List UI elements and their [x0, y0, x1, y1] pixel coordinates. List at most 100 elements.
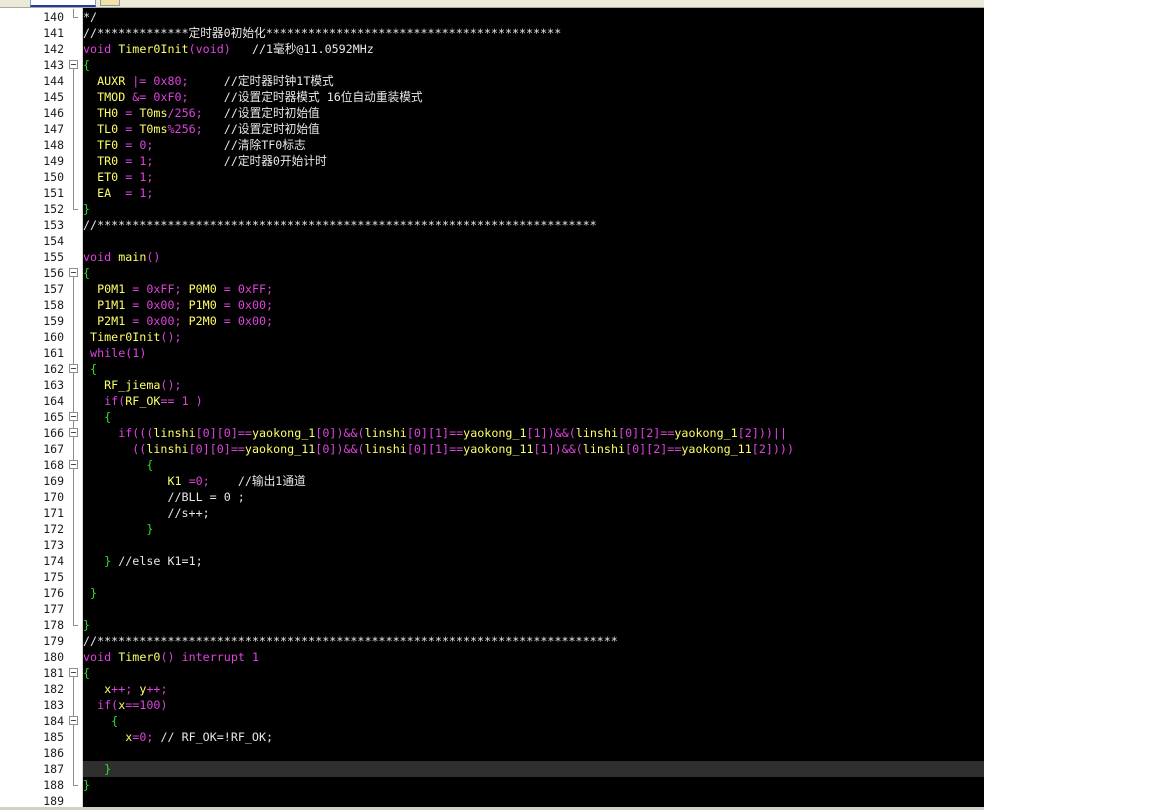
code-text[interactable]	[83, 745, 984, 761]
code-text[interactable]: //**************************************…	[83, 217, 984, 233]
code-line[interactable]: 141 //*************定时器0初始化***************…	[0, 25, 984, 41]
code-line[interactable]: 185 x=0; // RF_OK=!RF_OK;	[0, 729, 984, 745]
code-line[interactable]: 178}	[0, 617, 984, 633]
code-line[interactable]: 161 while(1)	[0, 345, 984, 361]
code-text[interactable]: }	[83, 761, 984, 777]
code-line[interactable]: 187 }	[0, 761, 984, 777]
code-line[interactable]: 140 */	[0, 9, 984, 25]
code-text[interactable]: TH0 = T0ms/256; //设置定时初始值	[83, 105, 984, 121]
code-text[interactable]	[83, 537, 984, 553]
code-text[interactable]: RF_jiema();	[83, 377, 984, 393]
code-text[interactable]: ((linshi[0][0]==yaokong_11[0])&&(linshi[…	[83, 441, 984, 457]
code-line[interactable]: 149 TR0 = 1; //定时器0开始计时	[0, 153, 984, 169]
code-text[interactable]: {	[83, 361, 984, 377]
code-line[interactable]: 155 void main()	[0, 249, 984, 265]
file-tab-second[interactable]	[100, 0, 120, 6]
code-text[interactable]: {	[83, 265, 984, 281]
code-line[interactable]: 146 TH0 = T0ms/256; //设置定时初始值	[0, 105, 984, 121]
code-line[interactable]: 150 ET0 = 1;	[0, 169, 984, 185]
code-text[interactable]: */	[83, 9, 984, 25]
code-line[interactable]: 168 {	[0, 457, 984, 473]
code-text[interactable]: //**************************************…	[83, 633, 984, 649]
fold-collapse-icon[interactable]	[69, 361, 78, 377]
fold-collapse-icon[interactable]	[69, 457, 78, 473]
code-text[interactable]: void Timer0Init(void) //1毫秒@11.0592MHz	[83, 41, 984, 57]
code-text[interactable]: P2M1 = 0x00; P2M0 = 0x00;	[83, 313, 984, 329]
fold-collapse-icon[interactable]	[69, 409, 78, 425]
fold-collapse-icon[interactable]	[69, 265, 78, 281]
code-editor[interactable]: 140 */ 141 //*************定时器0初始化**********…	[0, 8, 984, 807]
code-text[interactable]	[83, 793, 984, 807]
code-line[interactable]: 156 {	[0, 265, 984, 281]
code-line[interactable]: 183 if(x==100)	[0, 697, 984, 713]
code-line[interactable]: 167 ((linshi[0][0]==yaokong_11[0])&&(lin…	[0, 441, 984, 457]
code-text[interactable]: {	[83, 665, 984, 681]
code-line[interactable]: 184 {	[0, 713, 984, 729]
code-line[interactable]: 173	[0, 537, 984, 553]
code-text[interactable]: K1 =0; //输出1通道	[83, 473, 984, 489]
code-line[interactable]: 152}	[0, 201, 984, 217]
code-text[interactable]: //BLL = 0 ;	[83, 489, 984, 505]
code-line[interactable]: 186	[0, 745, 984, 761]
code-text[interactable]: }	[83, 201, 984, 217]
code-text[interactable]: TR0 = 1; //定时器0开始计时	[83, 153, 984, 169]
fold-collapse-icon[interactable]	[69, 665, 78, 681]
code-text[interactable]	[83, 569, 984, 585]
code-line[interactable]: 189	[0, 793, 984, 807]
code-text[interactable]: TL0 = T0ms%256; //设置定时初始值	[83, 121, 984, 137]
code-text[interactable]: }	[83, 777, 984, 793]
code-line[interactable]: 179 //***********************************…	[0, 633, 984, 649]
code-line[interactable]: 176 }	[0, 585, 984, 601]
code-text[interactable]: while(1)	[83, 345, 984, 361]
code-text[interactable]: EA = 1;	[83, 185, 984, 201]
code-text[interactable]: if(RF_OK== 1 )	[83, 393, 984, 409]
fold-collapse-icon[interactable]	[69, 57, 78, 73]
code-text[interactable]: Timer0Init();	[83, 329, 984, 345]
code-text[interactable]: x++; y++;	[83, 681, 984, 697]
code-line[interactable]: 171 //s++;	[0, 505, 984, 521]
code-line[interactable]: 145 TMOD &= 0xF0; //设置定时器模式 16位自动重装模式	[0, 89, 984, 105]
code-line[interactable]: 166 if(((linshi[0][0]==yaokong_1[0])&&(l…	[0, 425, 984, 441]
code-line[interactable]: 148 TF0 = 0; //清除TF0标志	[0, 137, 984, 153]
code-text[interactable]: TMOD &= 0xF0; //设置定时器模式 16位自动重装模式	[83, 89, 984, 105]
code-text[interactable]: {	[83, 409, 984, 425]
code-text[interactable]: //*************定时器0初始化******************…	[83, 25, 984, 41]
code-line[interactable]: 158 P1M1 = 0x00; P1M0 = 0x00;	[0, 297, 984, 313]
code-line[interactable]: 143 {	[0, 57, 984, 73]
code-line[interactable]: 159 P2M1 = 0x00; P2M0 = 0x00;	[0, 313, 984, 329]
code-text[interactable]: x=0; // RF_OK=!RF_OK;	[83, 729, 984, 745]
code-line[interactable]: 172 }	[0, 521, 984, 537]
code-line[interactable]: 181 {	[0, 665, 984, 681]
code-line[interactable]: 147 TL0 = T0ms%256; //设置定时初始值	[0, 121, 984, 137]
code-text[interactable]: }	[83, 585, 984, 601]
code-line[interactable]: 160 Timer0Init();	[0, 329, 984, 345]
code-text[interactable]: ET0 = 1;	[83, 169, 984, 185]
file-tab-active[interactable]	[30, 0, 96, 7]
code-line[interactable]: 169 K1 =0; //输出1通道	[0, 473, 984, 489]
code-text[interactable]: void Timer0() interrupt 1	[83, 649, 984, 665]
code-line[interactable]: 164 if(RF_OK== 1 )	[0, 393, 984, 409]
code-line[interactable]: 165 {	[0, 409, 984, 425]
code-line[interactable]: 144 AUXR |= 0x80; //定时器时钟1T模式	[0, 73, 984, 89]
fold-collapse-icon[interactable]	[69, 713, 78, 729]
code-text[interactable]	[83, 233, 984, 249]
code-text[interactable]: }	[83, 521, 984, 537]
code-line[interactable]: 182 x++; y++;	[0, 681, 984, 697]
code-line[interactable]: 163 RF_jiema();	[0, 377, 984, 393]
code-text[interactable]: //s++;	[83, 505, 984, 521]
code-text[interactable]: {	[83, 713, 984, 729]
code-line[interactable]: 180 void Timer0() interrupt 1	[0, 649, 984, 665]
code-text[interactable]: if(((linshi[0][0]==yaokong_1[0])&&(linsh…	[83, 425, 984, 441]
code-text[interactable]: P1M1 = 0x00; P1M0 = 0x00;	[83, 297, 984, 313]
code-line[interactable]: 142 void Timer0Init(void) //1毫秒@11.0592MH…	[0, 41, 984, 57]
code-text[interactable]: } //else K1=1;	[83, 553, 984, 569]
code-text[interactable]	[83, 601, 984, 617]
code-line[interactable]: 177	[0, 601, 984, 617]
code-text[interactable]: P0M1 = 0xFF; P0M0 = 0xFF;	[83, 281, 984, 297]
code-line[interactable]: 162 {	[0, 361, 984, 377]
code-text[interactable]: AUXR |= 0x80; //定时器时钟1T模式	[83, 73, 984, 89]
code-text[interactable]: }	[83, 617, 984, 633]
code-text[interactable]: if(x==100)	[83, 697, 984, 713]
code-line[interactable]: 157 P0M1 = 0xFF; P0M0 = 0xFF;	[0, 281, 984, 297]
fold-collapse-icon[interactable]	[69, 425, 78, 441]
